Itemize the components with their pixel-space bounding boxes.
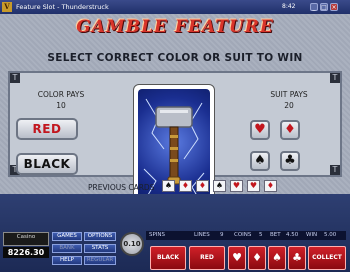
close-button[interactable]: × xyxy=(330,3,338,11)
games-button[interactable]: GAMES xyxy=(52,232,82,241)
black-button[interactable]: BLACK xyxy=(16,153,78,175)
stats-button[interactable]: STATS xyxy=(84,244,116,253)
gamble-card xyxy=(133,84,215,212)
window-title: Feature Slot - Thunderstruck xyxy=(16,3,109,11)
hearts-button[interactable]: ♥ xyxy=(250,120,270,140)
coins-value: 5 xyxy=(259,232,263,238)
app-logo-icon: V xyxy=(2,2,12,12)
clock: 8:42 xyxy=(282,3,296,10)
window-title-bar: V Feature Slot - Thunderstruck 8:42 _ □ … xyxy=(0,0,350,14)
rivet-icon: T xyxy=(10,73,20,83)
instruction-text: SELECT CORRECT COLOR OR SUIT TO WIN xyxy=(47,52,303,64)
previous-card: ♠ xyxy=(162,180,175,192)
previous-card: ♠ xyxy=(213,180,226,192)
previous-cards-label: PREVIOUS CARDS xyxy=(88,183,155,192)
minimize-button[interactable]: _ xyxy=(310,3,318,11)
help-button[interactable]: HELP xyxy=(52,256,82,265)
diamonds-gamble-button[interactable]: ♦ xyxy=(248,246,266,270)
spins-label: SPINS xyxy=(149,232,166,238)
balance-display: 8226.30 xyxy=(3,247,49,258)
maximize-button[interactable]: □ xyxy=(320,3,328,11)
collect-button[interactable]: COLLECT xyxy=(308,246,346,270)
spades-gamble-button[interactable]: ♠ xyxy=(268,246,286,270)
suit-pays-value: 20 xyxy=(284,101,294,110)
bank-button[interactable]: BANK xyxy=(52,244,82,253)
win-value: 5.00 xyxy=(324,232,337,238)
red-gamble-button[interactable]: RED xyxy=(189,246,225,270)
spades-button[interactable]: ♠ xyxy=(250,151,270,171)
rivet-icon: T xyxy=(330,73,340,83)
color-pays-value: 10 xyxy=(56,101,66,110)
bet-label: BET xyxy=(270,232,281,238)
rivet-icon: T xyxy=(330,165,340,175)
bet-value: 4.50 xyxy=(286,232,299,238)
black-gamble-button[interactable]: BLACK xyxy=(150,246,186,270)
previous-card: ♦ xyxy=(179,180,192,192)
hearts-gamble-button[interactable]: ♥ xyxy=(228,246,246,270)
previous-card: ♥ xyxy=(247,180,260,192)
previous-card: ♦ xyxy=(264,180,277,192)
red-button[interactable]: RED xyxy=(16,118,78,140)
coins-label: COINS xyxy=(234,232,252,238)
win-label: WIN xyxy=(306,232,318,238)
lines-label: LINES xyxy=(194,232,210,238)
color-pays-label: COLOR PAYS xyxy=(37,90,85,99)
lines-value: 9 xyxy=(220,232,224,238)
diamonds-button[interactable]: ♦ xyxy=(280,120,300,140)
gamble-feature-heading: GAMBLE FEATURE xyxy=(76,17,274,37)
clubs-gamble-button[interactable]: ♣ xyxy=(288,246,306,270)
clubs-button[interactable]: ♣ xyxy=(280,151,300,171)
regular-button[interactable]: REGULAR xyxy=(84,256,116,265)
suit-pays-label: SUIT PAYS xyxy=(270,90,308,99)
casino-logo: Casino xyxy=(3,232,49,246)
previous-card: ♥ xyxy=(230,180,243,192)
previous-card: ♦ xyxy=(196,180,209,192)
coin-size-selector[interactable]: 0.10 xyxy=(120,232,144,256)
info-bar: SPINS LINES 9 COINS 5 BET 4.50 WIN 5.00 xyxy=(146,231,346,240)
options-button[interactable]: OPTIONS xyxy=(84,232,116,241)
